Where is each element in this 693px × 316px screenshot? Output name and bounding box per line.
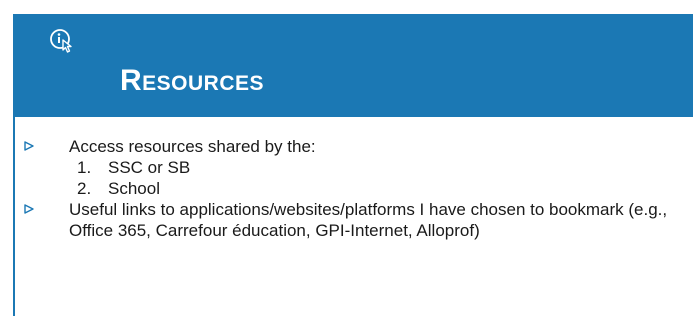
triangle-bullet-icon [24,204,34,214]
content-list: Access resources shared by the: 1. SSC o… [0,136,693,241]
numbered-sub-item: 1. SSC or SB [0,157,693,178]
numbered-sub-item: 2. School [0,178,693,199]
sub-item-number: 2. [77,179,92,198]
info-pointer-icon [50,29,72,53]
list-item-text: Access resources shared by the: [69,137,316,156]
sub-item-text: SSC or SB [108,158,191,177]
list-item: Useful links to applications/websites/pl… [0,199,693,241]
list-item: Access resources shared by the: [0,136,693,157]
sub-item-text: School [108,179,160,198]
sub-item-number: 1. [77,158,92,177]
page-title: Resources [120,64,265,97]
list-item-text: Useful links to applications/websites/pl… [69,200,668,240]
slide-header: Resources [13,14,693,117]
triangle-bullet-icon [24,141,34,151]
